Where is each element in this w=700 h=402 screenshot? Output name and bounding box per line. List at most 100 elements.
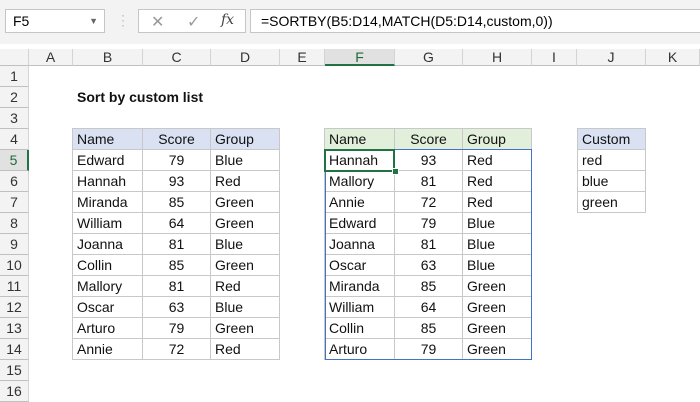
- row-header-7[interactable]: 7: [0, 192, 29, 213]
- table-cell[interactable]: William: [73, 213, 143, 234]
- table-cell[interactable]: Green: [211, 192, 280, 213]
- table-cell[interactable]: Oscar: [325, 255, 395, 276]
- table-header[interactable]: Name: [73, 129, 143, 150]
- row-header-10[interactable]: 10: [0, 255, 29, 276]
- table-cell[interactable]: Blue: [463, 213, 532, 234]
- row-header-2[interactable]: 2: [0, 87, 29, 108]
- table-cell[interactable]: 63: [143, 297, 211, 318]
- custom-header[interactable]: Custom: [577, 128, 646, 150]
- table-header[interactable]: Score: [395, 129, 463, 150]
- row-header-4[interactable]: 4: [0, 129, 29, 150]
- custom-list-item[interactable]: red: [577, 150, 646, 171]
- table-cell[interactable]: Mallory: [325, 171, 395, 192]
- row-header-1[interactable]: 1: [0, 66, 29, 87]
- row-header-9[interactable]: 9: [0, 234, 29, 255]
- column-header-e[interactable]: E: [280, 49, 325, 66]
- row-header-8[interactable]: 8: [0, 213, 29, 234]
- table-header[interactable]: Score: [143, 129, 211, 150]
- table-cell[interactable]: 85: [143, 192, 211, 213]
- table-cell[interactable]: 79: [143, 318, 211, 339]
- table-cell[interactable]: 79: [395, 339, 463, 360]
- column-header-g[interactable]: G: [395, 49, 463, 66]
- table-cell[interactable]: 72: [143, 339, 211, 360]
- table-cell[interactable]: Red: [463, 150, 532, 171]
- table-cell[interactable]: Blue: [211, 150, 280, 171]
- row-header-5[interactable]: 5: [0, 150, 29, 171]
- column-header-d[interactable]: D: [211, 49, 280, 66]
- row-header-15[interactable]: 15: [0, 360, 29, 381]
- drag-handle-icon[interactable]: · · ·: [121, 9, 125, 31]
- fill-handle[interactable]: [392, 168, 399, 175]
- row-header-3[interactable]: 3: [0, 108, 29, 129]
- table-cell[interactable]: Arturo: [325, 339, 395, 360]
- column-header-j[interactable]: J: [577, 49, 646, 66]
- custom-list-item[interactable]: green: [577, 192, 646, 213]
- row-header-11[interactable]: 11: [0, 276, 29, 297]
- table-cell[interactable]: Joanna: [73, 234, 143, 255]
- table-cell[interactable]: 81: [143, 234, 211, 255]
- table-header[interactable]: Group: [211, 129, 280, 150]
- name-box[interactable]: F5 ▼: [5, 9, 105, 33]
- table-cell[interactable]: Red: [211, 339, 280, 360]
- select-all-corner[interactable]: [0, 49, 29, 66]
- table-cell[interactable]: Arturo: [73, 318, 143, 339]
- table-cell[interactable]: Edward: [325, 213, 395, 234]
- table-cell[interactable]: 64: [143, 213, 211, 234]
- column-header-a[interactable]: A: [29, 49, 73, 66]
- table-cell[interactable]: Edward: [73, 150, 143, 171]
- table-cell[interactable]: 72: [395, 192, 463, 213]
- column-header-f[interactable]: F: [325, 49, 395, 66]
- table-cell[interactable]: Green: [463, 297, 532, 318]
- table-cell[interactable]: Blue: [463, 234, 532, 255]
- table-cell[interactable]: 93: [143, 171, 211, 192]
- chevron-down-icon[interactable]: ▼: [89, 10, 98, 32]
- table-cell[interactable]: 79: [395, 213, 463, 234]
- row-header-14[interactable]: 14: [0, 339, 29, 360]
- cancel-icon[interactable]: ✕: [151, 12, 164, 32]
- table-cell[interactable]: Blue: [211, 297, 280, 318]
- insert-function-icon[interactable]: fx: [221, 12, 234, 28]
- row-header-6[interactable]: 6: [0, 171, 29, 192]
- table-cell[interactable]: Green: [211, 318, 280, 339]
- table-cell[interactable]: Green: [463, 339, 532, 360]
- table-cell[interactable]: 85: [143, 255, 211, 276]
- table-header[interactable]: Name: [325, 129, 395, 150]
- column-header-k[interactable]: K: [646, 49, 700, 66]
- column-header-b[interactable]: B: [73, 49, 143, 66]
- table-cell[interactable]: 85: [395, 276, 463, 297]
- table-cell[interactable]: Hannah: [73, 171, 143, 192]
- table-cell[interactable]: Green: [463, 276, 532, 297]
- table-cell[interactable]: Green: [211, 213, 280, 234]
- table-cell[interactable]: Red: [463, 171, 532, 192]
- table-cell[interactable]: Blue: [211, 234, 280, 255]
- table-cell[interactable]: 81: [395, 234, 463, 255]
- enter-icon[interactable]: ✓: [187, 12, 200, 32]
- table-cell[interactable]: Red: [211, 276, 280, 297]
- column-header-c[interactable]: C: [143, 49, 211, 66]
- table-cell[interactable]: 81: [143, 276, 211, 297]
- table-cell[interactable]: 85: [395, 318, 463, 339]
- table-cell[interactable]: Joanna: [325, 234, 395, 255]
- table-cell[interactable]: Miranda: [73, 192, 143, 213]
- table-cell[interactable]: Collin: [73, 255, 143, 276]
- column-header-h[interactable]: H: [463, 49, 532, 66]
- table-cell[interactable]: Collin: [325, 318, 395, 339]
- table-cell[interactable]: 93: [395, 150, 463, 171]
- table-cell[interactable]: 64: [395, 297, 463, 318]
- table-cell[interactable]: Oscar: [73, 297, 143, 318]
- table-cell[interactable]: Annie: [73, 339, 143, 360]
- row-header-13[interactable]: 13: [0, 318, 29, 339]
- table-cell[interactable]: 79: [143, 150, 211, 171]
- table-cell[interactable]: Annie: [325, 192, 395, 213]
- custom-list-item[interactable]: blue: [577, 171, 646, 192]
- table-cell[interactable]: Mallory: [73, 276, 143, 297]
- table-cell[interactable]: Green: [211, 255, 280, 276]
- table-cell[interactable]: Red: [211, 171, 280, 192]
- table-cell[interactable]: Miranda: [325, 276, 395, 297]
- table-cell[interactable]: 63: [395, 255, 463, 276]
- formula-input[interactable]: =SORTBY(B5:D14,MATCH(D5:D14,custom,0)): [250, 9, 700, 33]
- row-header-16[interactable]: 16: [0, 381, 29, 402]
- table-cell[interactable]: Blue: [463, 255, 532, 276]
- table-cell[interactable]: Red: [463, 192, 532, 213]
- table-cell[interactable]: William: [325, 297, 395, 318]
